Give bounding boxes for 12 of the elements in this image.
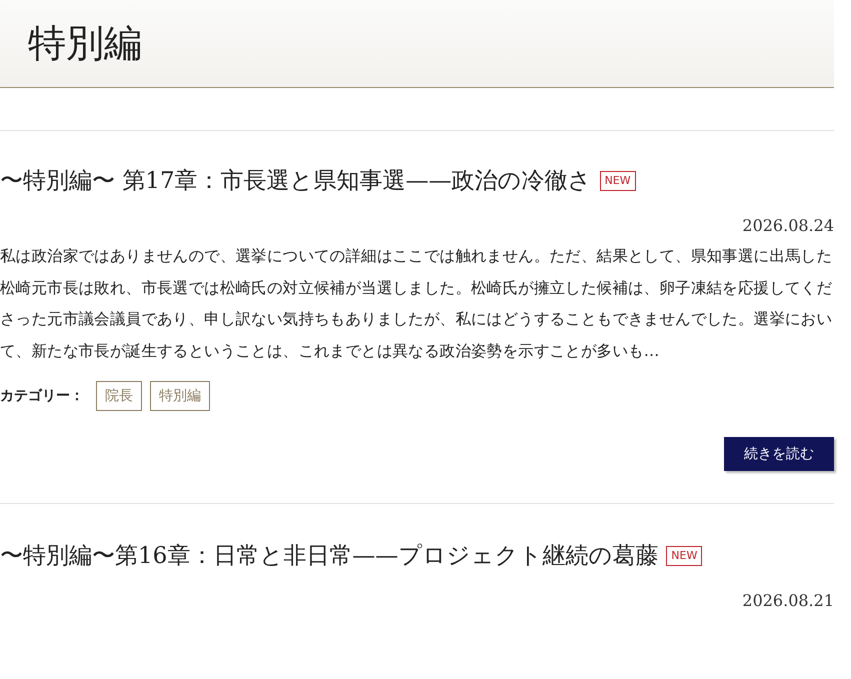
new-badge: NEW	[600, 170, 636, 190]
post-excerpt: 私は政治家ではありませんので、選挙についての詳細はここでは触れません。ただ、結果として、県知事選に出馬した松崎元市長は敗れ、市長選では松崎氏の対立候補が当選しました。松崎氏が擁立した候補は、卵子凍結を応援してくださった元市議会議員であり、申し訳ない気持ちもありましたが、私にはどうすることもできませんでした。選挙において、新たな市長が誕生するということは、これまでとは異なる政治姿勢を示すことが多いも…	[0, 246, 834, 362]
read-more-button[interactable]: 続きを読む	[724, 437, 834, 471]
category-tag[interactable]: 院長	[96, 381, 142, 411]
post-date: 2026.08.24	[741, 216, 834, 235]
post-title-link[interactable]: 〜特別編〜 第17章：市長選と県知事選——政治の冷徹さ	[0, 165, 592, 196]
category-label: カテゴリー：	[0, 387, 84, 405]
new-badge: NEW	[666, 546, 702, 566]
post-date: 2026.08.21	[741, 591, 834, 610]
page-title: 特別編	[28, 20, 142, 67]
post-title-link[interactable]: 〜特別編〜第16章：日常と非日常——プロジェクト継続の葛藤	[0, 540, 658, 571]
category-tag[interactable]: 特別編	[150, 381, 210, 411]
